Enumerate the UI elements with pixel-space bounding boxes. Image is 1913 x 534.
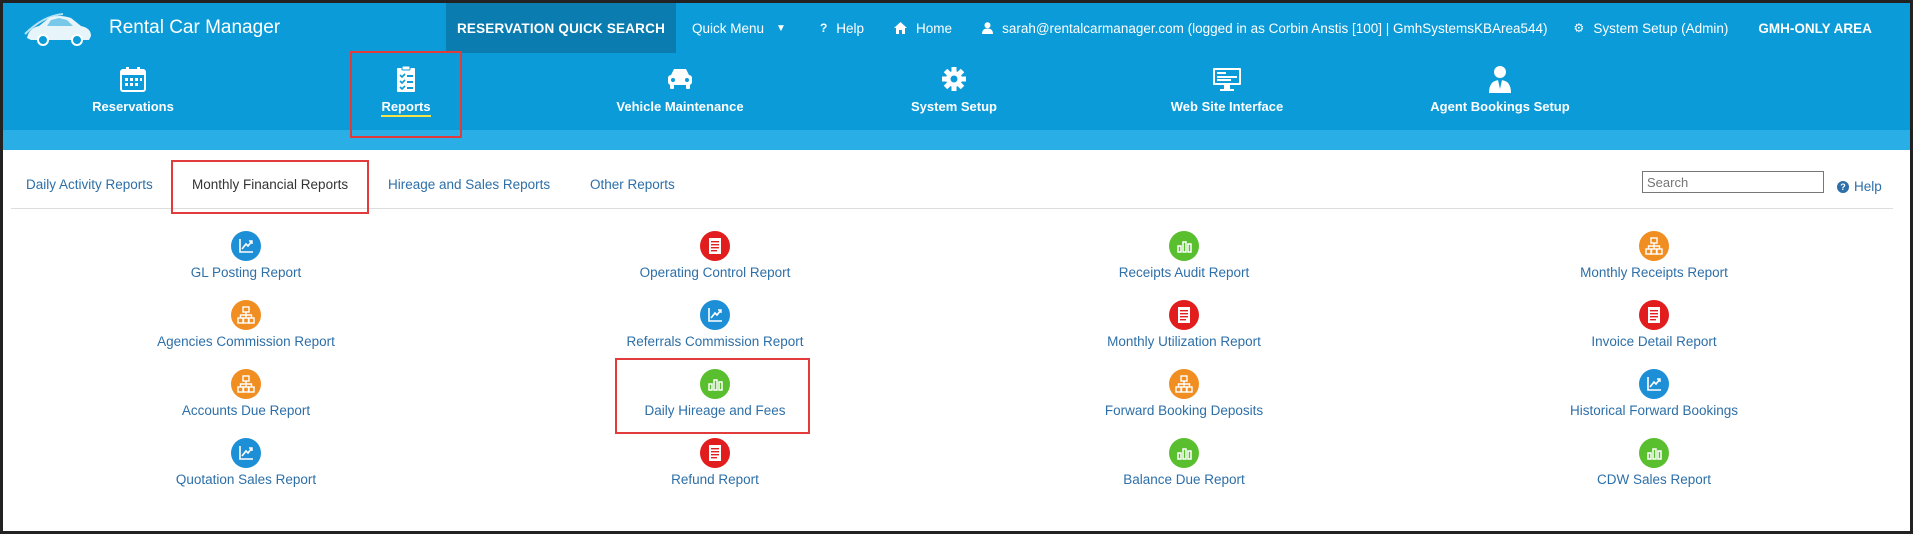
- car-icon: [668, 69, 692, 89]
- report-label: Refund Report: [671, 472, 759, 487]
- user-label: sarah@rentalcarmanager.com (logged in as…: [1002, 20, 1548, 36]
- search-input[interactable]: [1642, 171, 1824, 193]
- report-accounts-due[interactable]: Accounts Due Report: [116, 369, 376, 418]
- report-label: Forward Booking Deposits: [1104, 403, 1264, 418]
- brand[interactable]: Rental Car Manager: [3, 3, 446, 53]
- home-icon: [894, 22, 908, 34]
- bar-chart-icon: [1169, 231, 1199, 261]
- tab-other-reports[interactable]: Other Reports: [590, 177, 675, 192]
- system-setup-admin-link[interactable]: ⚙ System Setup (Admin): [1574, 3, 1729, 53]
- module-label: System Setup: [911, 99, 997, 114]
- document-icon: [700, 231, 730, 261]
- report-label: GL Posting Report: [190, 265, 302, 280]
- tab-hireage-and-sales-reports[interactable]: Hireage and Sales Reports: [388, 177, 550, 192]
- monthly-financial-tab-highlight: [171, 160, 369, 214]
- module-bar: Reservations Reports Vehicle Maintenance: [3, 53, 1910, 130]
- home-link[interactable]: Home: [894, 3, 952, 53]
- module-label: Web Site Interface: [1170, 99, 1284, 114]
- report-label: Receipts Audit Report: [1118, 265, 1250, 280]
- report-label: Historical Forward Bookings: [1569, 403, 1739, 418]
- quick-menu-label: Quick Menu: [692, 20, 765, 36]
- module-vehicle-maintenance[interactable]: Vehicle Maintenance: [580, 65, 780, 114]
- monitor-icon: [1213, 68, 1241, 91]
- report-label: Referrals Commission Report: [626, 334, 804, 349]
- app-window: Rental Car Manager RESERVATION QUICK SEA…: [0, 0, 1913, 534]
- chart-trend-icon: [700, 300, 730, 330]
- chart-trend-icon: [231, 438, 261, 468]
- agent-icon: [1489, 66, 1511, 93]
- hierarchy-icon: [1639, 231, 1669, 261]
- gear-icon: [942, 67, 966, 91]
- hierarchy-icon: [1169, 369, 1199, 399]
- app-title: Rental Car Manager: [109, 17, 281, 38]
- report-label: Quotation Sales Report: [175, 472, 317, 487]
- module-web-site-interface[interactable]: Web Site Interface: [1127, 65, 1327, 114]
- report-operating-control[interactable]: Operating Control Report: [585, 231, 845, 280]
- question-icon: ?: [819, 21, 828, 35]
- home-label: Home: [916, 20, 953, 36]
- report-cdw-sales[interactable]: CDW Sales Report: [1524, 438, 1784, 487]
- report-referrals-commission[interactable]: Referrals Commission Report: [585, 300, 845, 349]
- chart-trend-icon: [1639, 369, 1669, 399]
- help-link[interactable]: ? Help: [820, 3, 864, 53]
- calendar-icon: [120, 67, 146, 92]
- report-forward-booking-deposits[interactable]: Forward Booking Deposits: [1054, 369, 1314, 418]
- user-account-link[interactable]: sarah@rentalcarmanager.com (logged in as…: [982, 3, 1548, 53]
- module-label: Agent Bookings Setup: [1430, 99, 1570, 114]
- chart-trend-icon: [231, 231, 261, 261]
- report-invoice-detail[interactable]: Invoice Detail Report: [1524, 300, 1784, 349]
- hierarchy-icon: [231, 300, 261, 330]
- report-label: Agencies Commission Report: [157, 334, 335, 349]
- document-icon: [1639, 300, 1669, 330]
- module-label: Vehicle Maintenance: [616, 99, 744, 114]
- report-monthly-receipts[interactable]: Monthly Receipts Report: [1524, 231, 1784, 280]
- help-label: Help: [836, 20, 865, 36]
- report-label: Accounts Due Report: [181, 403, 311, 418]
- bar-chart-icon: [1169, 438, 1199, 468]
- quick-menu-dropdown[interactable]: Quick Menu ▼: [692, 3, 786, 53]
- gear-icon: ⚙: [1573, 21, 1585, 35]
- report-gl-posting[interactable]: GL Posting Report: [116, 231, 376, 280]
- report-label: Invoice Detail Report: [1591, 334, 1717, 349]
- hierarchy-icon: [231, 369, 261, 399]
- report-agencies-commission[interactable]: Agencies Commission Report: [116, 300, 376, 349]
- gmh-only-area-link[interactable]: GMH-ONLY AREA: [1758, 3, 1872, 53]
- module-bar-strip: [3, 130, 1910, 150]
- report-refund[interactable]: Refund Report: [585, 438, 845, 487]
- car-logo-icon: [24, 13, 91, 46]
- tab-daily-activity-reports[interactable]: Daily Activity Reports: [26, 177, 153, 192]
- bar-chart-icon: [1639, 438, 1669, 468]
- document-icon: [700, 438, 730, 468]
- module-agent-bookings-setup[interactable]: Agent Bookings Setup: [1400, 65, 1600, 114]
- reports-module-highlight: [350, 51, 462, 138]
- reservation-quick-search-button[interactable]: RESERVATION QUICK SEARCH: [446, 3, 676, 53]
- module-system-setup[interactable]: System Setup: [854, 65, 1054, 114]
- report-label: Monthly Receipts Report: [1580, 265, 1728, 280]
- top-navbar: Rental Car Manager RESERVATION QUICK SEA…: [3, 3, 1910, 53]
- chevron-down-icon: ▼: [776, 22, 786, 34]
- help-circle-icon: ?: [1837, 180, 1849, 193]
- module-reservations[interactable]: Reservations: [33, 65, 233, 114]
- help-button-label: Help: [1854, 179, 1882, 194]
- report-label: Balance Due Report: [1123, 472, 1245, 487]
- report-balance-due[interactable]: Balance Due Report: [1054, 438, 1314, 487]
- module-label: Reservations: [92, 99, 174, 114]
- report-historical-forward-bookings[interactable]: Historical Forward Bookings: [1524, 369, 1784, 418]
- document-icon: [1169, 300, 1199, 330]
- help-button[interactable]: ? Help: [1837, 179, 1882, 194]
- report-receipts-audit[interactable]: Receipts Audit Report: [1054, 231, 1314, 280]
- daily-hireage-highlight: [615, 358, 810, 434]
- report-label: CDW Sales Report: [1596, 472, 1712, 487]
- report-label: Operating Control Report: [639, 265, 791, 280]
- report-monthly-utilization[interactable]: Monthly Utilization Report: [1054, 300, 1314, 349]
- report-label: Monthly Utilization Report: [1107, 334, 1261, 349]
- report-quotation-sales[interactable]: Quotation Sales Report: [116, 438, 376, 487]
- user-icon: [982, 22, 994, 34]
- system-setup-admin-label: System Setup (Admin): [1593, 20, 1729, 36]
